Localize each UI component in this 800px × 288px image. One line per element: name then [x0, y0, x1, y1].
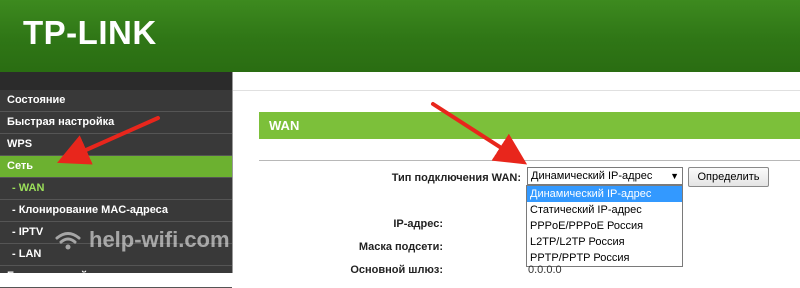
main-content: WAN Тип подключения WAN: Динамический IP…	[233, 72, 800, 276]
dropdown-option-static-ip[interactable]: Статический IP-адрес	[527, 202, 682, 218]
detect-button[interactable]: Определить	[688, 167, 769, 187]
dropdown-option-pppoe[interactable]: PPPoE/PPPoE Россия	[527, 218, 682, 234]
header: TP-LINK	[0, 0, 800, 72]
sidebar-item-status[interactable]: Состояние	[0, 90, 232, 112]
gateway-label: Основной шлюз:	[350, 264, 443, 276]
gateway-value: 0.0.0.0	[528, 264, 562, 276]
sidebar-item-quick-setup[interactable]: Быстрая настройка	[0, 112, 232, 134]
watermark: help-wifi.com	[55, 226, 230, 254]
sidebar-top-bar	[0, 72, 232, 90]
ip-address-label: IP-адрес:	[393, 218, 443, 230]
chevron-down-icon: ▼	[670, 171, 679, 181]
dropdown-option-dynamic-ip[interactable]: Динамический IP-адрес	[527, 186, 682, 202]
tp-link-logo: TP-LINK	[23, 14, 157, 51]
divider	[259, 160, 800, 161]
subnet-mask-label: Маска подсети:	[358, 241, 443, 253]
watermark-text: help-wifi.com	[89, 227, 230, 252]
sidebar-item-wireless[interactable]: Беспроводной режим	[0, 266, 232, 288]
connection-type-value: Динамический IP-адрес	[531, 170, 653, 182]
sidebar-item-mac-clone[interactable]: - Клонирование MAC-адреса	[0, 200, 232, 222]
connection-type-label: Тип подключения WAN:	[391, 172, 521, 184]
section-title: WAN	[259, 112, 800, 139]
wifi-icon	[55, 232, 81, 250]
sidebar-item-wan[interactable]: - WAN	[0, 178, 232, 200]
sidebar-item-wps[interactable]: WPS	[0, 134, 232, 156]
sidebar-nav: Состояние Быстрая настройка WPS Сеть - W…	[0, 90, 232, 288]
dropdown-option-l2tp[interactable]: L2TP/L2TP Россия	[527, 234, 682, 250]
connection-type-dropdown: Динамический IP-адрес Статический IP-адр…	[526, 185, 683, 267]
sidebar-item-network[interactable]: Сеть	[0, 156, 232, 178]
content-top-bar	[233, 72, 800, 91]
connection-type-select[interactable]: Динамический IP-адрес ▼	[527, 167, 683, 185]
